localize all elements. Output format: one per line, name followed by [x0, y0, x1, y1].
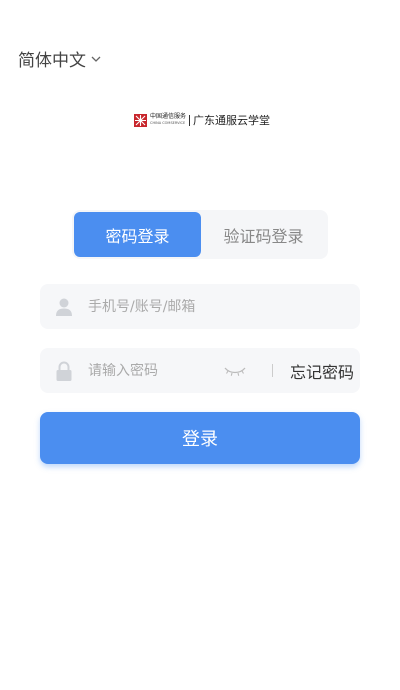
brand-logo: 中国通信服务 CHINA COMSERVICE 广东通服云学堂	[134, 112, 270, 128]
password-field[interactable]: 忘记密码	[40, 348, 360, 393]
login-button[interactable]: 登录	[40, 412, 360, 464]
forgot-password-link[interactable]: 忘记密码	[290, 359, 354, 383]
account-field[interactable]	[40, 284, 360, 329]
chevron-down-icon	[91, 56, 101, 62]
login-mode-tabs: 密码登录 验证码登录	[72, 210, 328, 259]
logo-divider	[189, 114, 191, 126]
field-separator	[272, 364, 273, 377]
china-comservice-logo-icon	[134, 113, 147, 127]
lock-icon	[56, 361, 72, 381]
password-input[interactable]	[88, 362, 218, 379]
tab-sms-login[interactable]: 验证码登录	[201, 212, 326, 257]
org-name: 中国通信服务 CHINA COMSERVICE	[150, 113, 187, 125]
eye-closed-icon[interactable]	[224, 365, 246, 377]
app-name: 广东通服云学堂	[193, 114, 271, 127]
language-selector[interactable]: 简体中文	[18, 46, 102, 71]
tab-password-login[interactable]: 密码登录	[74, 212, 201, 257]
account-input[interactable]	[88, 298, 328, 315]
org-name-en: CHINA COMSERVICE	[150, 121, 186, 125]
user-icon	[56, 298, 72, 316]
language-label: 简体中文	[18, 51, 86, 71]
